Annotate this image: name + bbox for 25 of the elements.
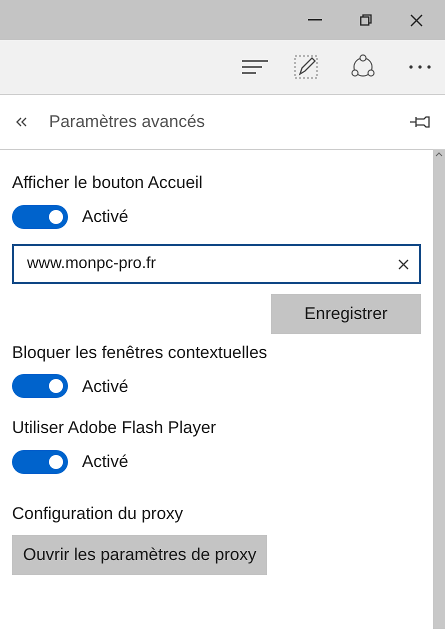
setting-label: Configuration du proxy <box>12 502 184 524</box>
toggle-state: Activé <box>82 451 128 473</box>
close-icon[interactable] <box>410 14 423 26</box>
toggle-switch[interactable] <box>12 450 68 474</box>
panel-title: Paramètres avancés <box>49 111 206 134</box>
pin-icon[interactable] <box>410 116 430 128</box>
toggle-switch[interactable] <box>12 204 68 229</box>
toggle-state: Activé <box>82 206 128 228</box>
url-field[interactable]: www.monpc-pro.fr <box>12 244 421 284</box>
toggle-state: Activé <box>82 376 128 398</box>
more-icon[interactable] <box>409 65 431 69</box>
reading-list-icon[interactable] <box>242 60 268 74</box>
setting-label: Utiliser Adobe Flash Player <box>12 417 218 439</box>
note-pen-icon[interactable] <box>294 55 318 79</box>
setting-label: Bloquer les fenêtres contextuelles <box>12 342 268 364</box>
minimize-icon[interactable] <box>308 19 322 21</box>
action-button[interactable]: Ouvrir les paramètres de proxy <box>12 534 268 574</box>
clear-icon[interactable] <box>398 258 409 270</box>
scrollbar[interactable] <box>433 150 445 629</box>
action-button[interactable]: Enregistrer <box>271 294 421 334</box>
setting-label: Afficher le bouton Accueil <box>12 172 204 194</box>
scroll-up-icon[interactable] <box>435 152 443 157</box>
collapse-icon[interactable] <box>16 117 27 127</box>
restore-icon[interactable] <box>360 14 372 26</box>
toggle-switch[interactable] <box>12 374 68 398</box>
